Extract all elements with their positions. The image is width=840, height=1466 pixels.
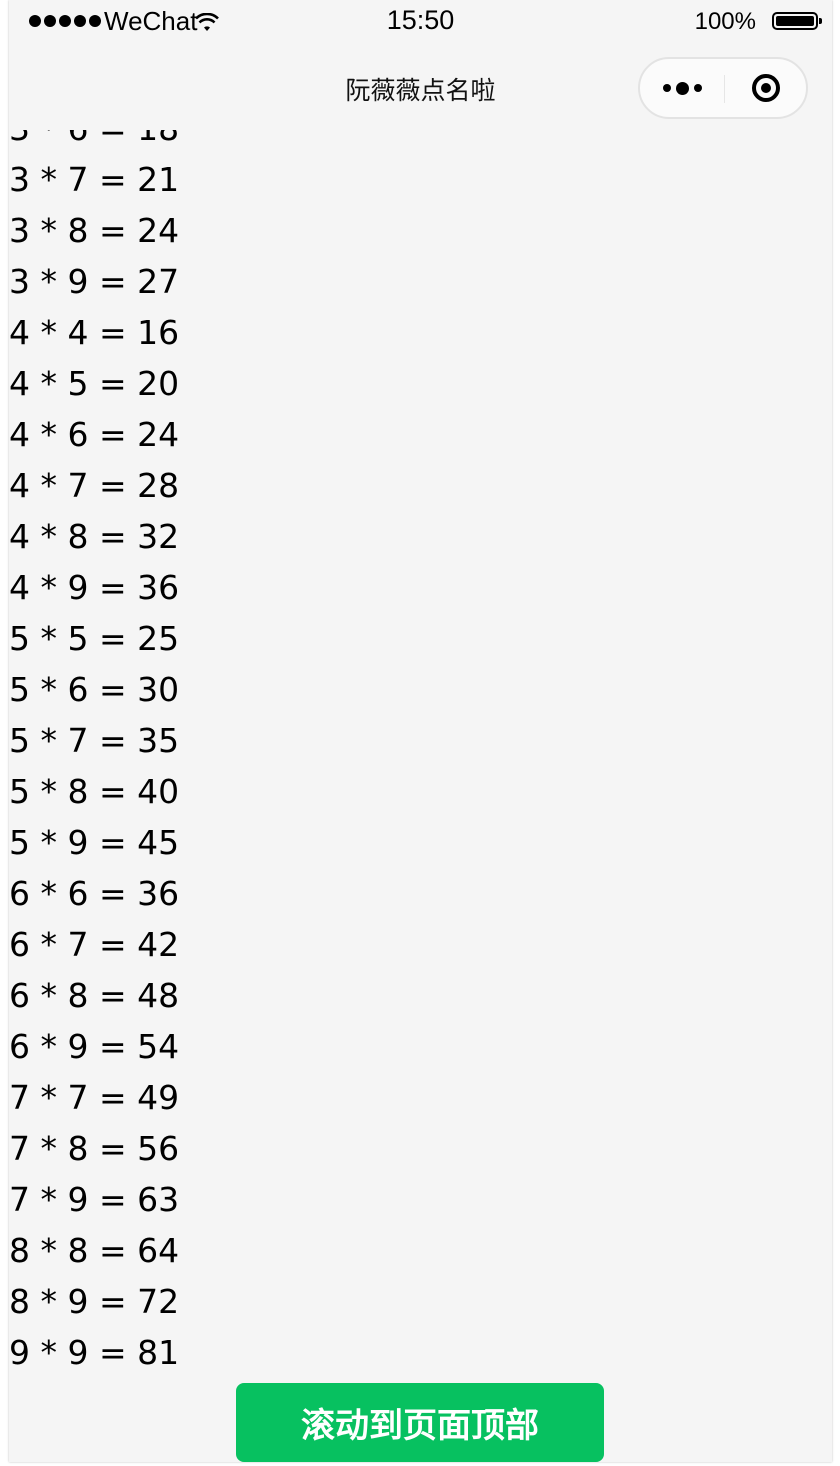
- scroll-to-top-button[interactable]: 滚动到页面顶部: [236, 1383, 604, 1462]
- list-item: 7 * 7 = 49: [9, 1078, 180, 1117]
- list-item: 6 * 6 = 36: [9, 874, 180, 913]
- list-item: 4 * 7 = 28: [9, 466, 180, 505]
- list-item: 6 * 8 = 48: [9, 976, 180, 1015]
- list-item: 5 * 9 = 45: [9, 823, 180, 862]
- menu-capsule: [638, 57, 808, 119]
- battery-level: [776, 16, 814, 26]
- close-button[interactable]: [726, 59, 806, 117]
- list-item: 3 * 9 = 27: [9, 262, 180, 301]
- more-button[interactable]: [640, 59, 724, 117]
- list-item: 4 * 9 = 36: [9, 568, 180, 607]
- list-item: 4 * 5 = 20: [9, 364, 180, 403]
- list-item: 8 * 8 = 64: [9, 1231, 180, 1270]
- list-item: 5 * 8 = 40: [9, 772, 180, 811]
- list-item: 3 * 6 = 18: [9, 130, 179, 154]
- multiplication-list: 3 * 6 = 18 3 * 7 = 21 3 * 8 = 24 3 * 9 = 27…: [9, 130, 179, 1377]
- capsule-divider: [724, 75, 725, 103]
- close-target-icon: [752, 74, 780, 102]
- list-item: 6 * 9 = 54: [9, 1027, 180, 1066]
- navigation-bar: 阮薇薇点名啦: [9, 44, 832, 130]
- list-item: 8 * 9 = 72: [9, 1282, 180, 1321]
- list-item: 5 * 5 = 25: [9, 619, 180, 658]
- list-item: 7 * 8 = 56: [9, 1129, 180, 1168]
- list-item: 4 * 8 = 32: [9, 517, 180, 556]
- list-item: 5 * 6 = 30: [9, 670, 180, 709]
- list-item: 7 * 9 = 63: [9, 1180, 180, 1219]
- scroll-view[interactable]: 3 * 6 = 18 3 * 7 = 21 3 * 8 = 24 3 * 9 = 27…: [9, 130, 832, 1377]
- list-item: 3 * 8 = 24: [9, 211, 180, 250]
- battery-percent: 100%: [694, 8, 756, 35]
- status-bar: WeChat 15:50 100%: [9, 0, 832, 44]
- battery-icon: [772, 12, 822, 30]
- list-item: 4 * 6 = 24: [9, 415, 180, 454]
- list-item: 6 * 7 = 42: [9, 925, 180, 964]
- list-item: 3 * 7 = 21: [9, 160, 180, 199]
- list-item: 5 * 7 = 35: [9, 721, 180, 760]
- list-item: 9 * 9 = 81: [9, 1333, 180, 1372]
- list-item: 4 * 4 = 16: [9, 313, 180, 352]
- more-icon: [662, 84, 671, 92]
- phone-screen: WeChat 15:50 100% 阮薇薇点名啦 3 * 7 = 21 3 * …: [9, 0, 832, 1462]
